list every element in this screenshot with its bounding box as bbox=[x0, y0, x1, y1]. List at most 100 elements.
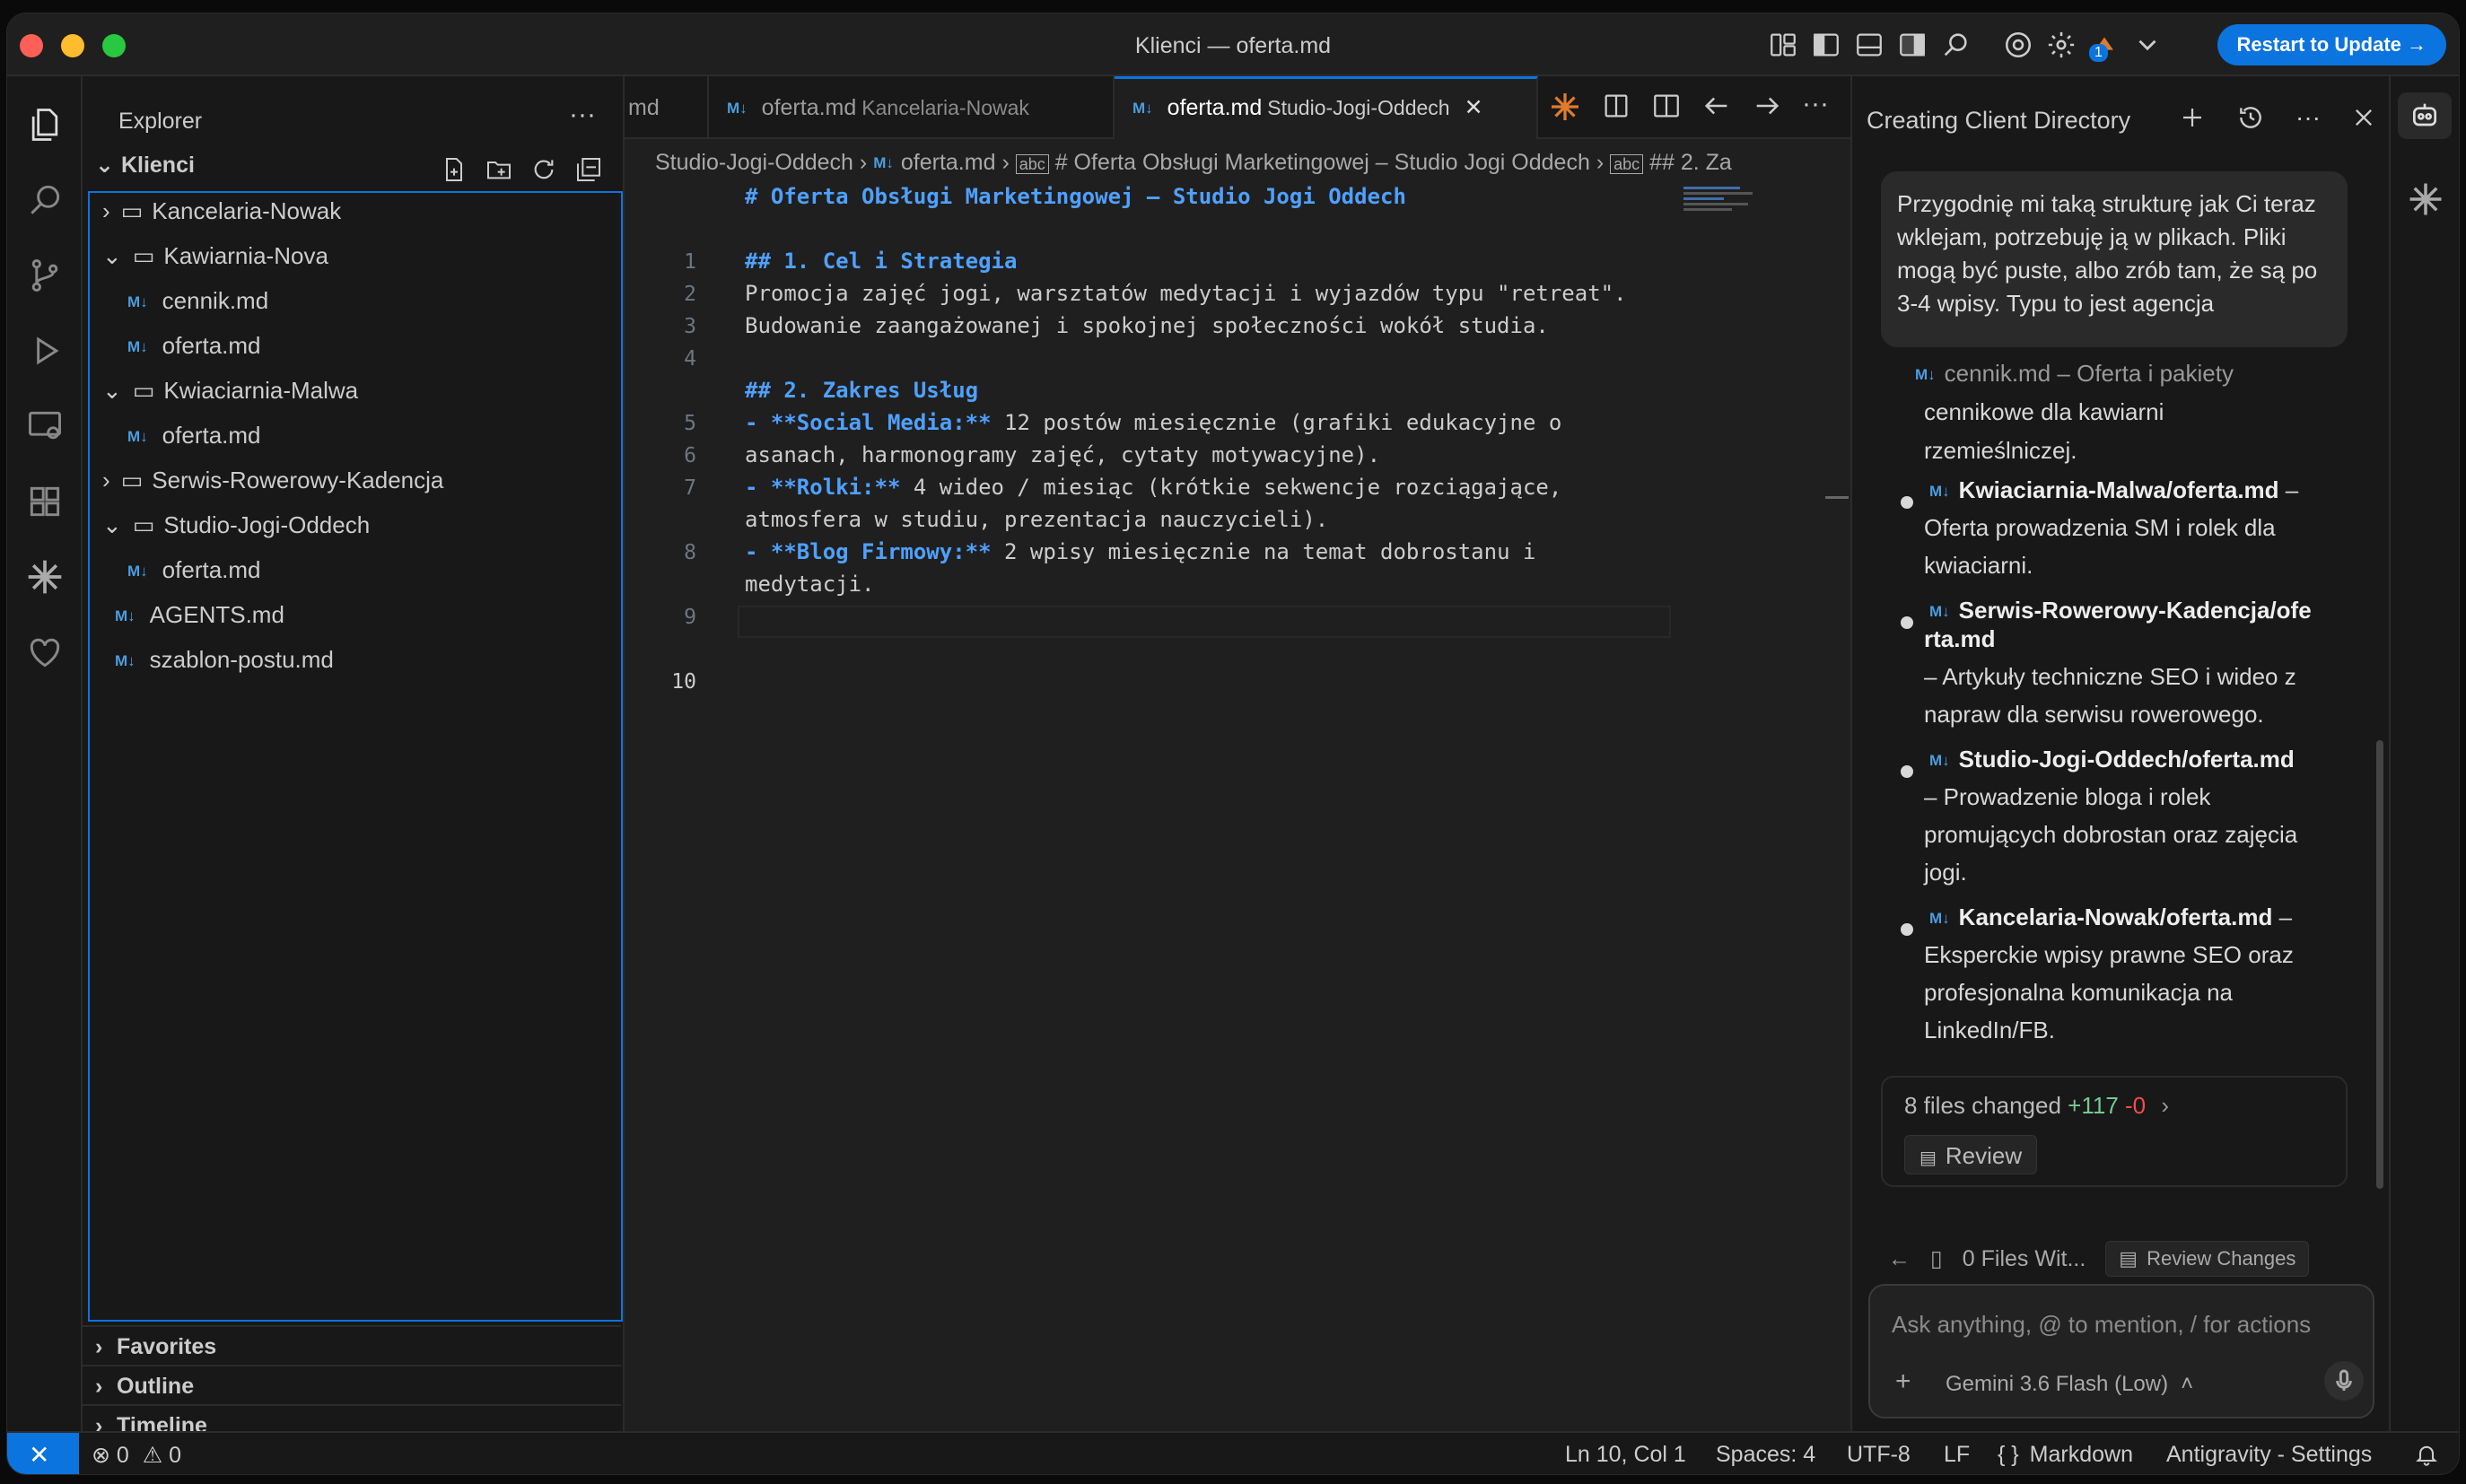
code-line: Promocja zajęć jogi, warsztatów medytacj… bbox=[745, 281, 1627, 306]
arrow-left-icon[interactable]: ← bbox=[1888, 1246, 1911, 1272]
description: rzemieślniczej. bbox=[1924, 437, 2077, 464]
list-item: M↓ Studio-Jogi-Oddech/oferta.md bbox=[1929, 740, 2295, 780]
breadcrumb-folder[interactable]: Studio-Jogi-Oddech bbox=[655, 150, 853, 175]
close-icon[interactable]: ✕ bbox=[1465, 95, 1483, 120]
sparkle-agent-icon[interactable] bbox=[25, 557, 65, 597]
markdown-file-icon: M↓ bbox=[127, 563, 148, 581]
gear-icon[interactable] bbox=[2046, 30, 2077, 60]
tree-item-studio-jogi[interactable]: ⌄ ▭ Studio-Jogi-Oddech bbox=[102, 505, 370, 545]
file-tree: › ▭ Kancelaria-Nowak ⌄ ▭ Kawiarnia-Nova M↓ ce… bbox=[88, 191, 623, 1322]
tree-item-oferta[interactable]: M↓ oferta.md bbox=[127, 550, 261, 589]
search-icon[interactable] bbox=[1940, 30, 1971, 60]
panel-scrollbar[interactable] bbox=[2376, 740, 2383, 1189]
arrow-right-icon[interactable] bbox=[1752, 91, 1782, 121]
tree-item-serwis-rowerowy[interactable]: › ▭ Serwis-Rowerowy-Kadencja bbox=[102, 460, 443, 500]
tree-item-oferta[interactable]: M↓ oferta.md bbox=[127, 415, 261, 455]
tree-item-label: oferta.md bbox=[162, 556, 261, 583]
files-with-changes[interactable]: 0 Files Wit... bbox=[1963, 1246, 2086, 1272]
heart-icon[interactable] bbox=[25, 633, 65, 672]
cursor-position[interactable]: Ln 10, Col 1 bbox=[1565, 1442, 1686, 1468]
markdown-file-icon: M↓ bbox=[1929, 483, 1950, 501]
restart-to-update-button[interactable]: Restart to Update → bbox=[2217, 24, 2446, 65]
new-file-icon[interactable] bbox=[440, 155, 468, 184]
outline-section[interactable]: › Outline bbox=[83, 1365, 621, 1404]
explorer-icon[interactable] bbox=[25, 105, 65, 144]
notification-badge-icon[interactable]: 1 bbox=[2089, 30, 2120, 62]
favorites-section[interactable]: › Favorites bbox=[83, 1325, 621, 1365]
file-link[interactable]: Kancelaria-Nowak/oferta.md bbox=[1959, 903, 2273, 930]
tree-item-kancelaria-nowak[interactable]: › ▭ Kancelaria-Nowak bbox=[102, 191, 341, 231]
toggle-primary-sidebar-icon[interactable] bbox=[1811, 30, 1841, 60]
source-control-icon[interactable] bbox=[25, 256, 65, 295]
arrow-left-icon[interactable] bbox=[1701, 91, 1732, 121]
close-icon[interactable] bbox=[2351, 105, 2376, 130]
tree-item-agents[interactable]: M↓ AGENTS.md bbox=[115, 595, 284, 634]
minimap[interactable] bbox=[1683, 184, 1764, 223]
history-icon[interactable] bbox=[2236, 103, 2265, 132]
explorer-panel: Explorer ··· ⌄ Klienci › ▭ Kancelaria-Nowak… bbox=[83, 76, 625, 1438]
file-link[interactable]: cennik.md bbox=[1945, 360, 2051, 387]
tree-item-oferta[interactable]: M↓ oferta.md bbox=[127, 326, 261, 365]
breadcrumb-heading[interactable]: # Oferta Obsługi Marketingowej – Studio … bbox=[1055, 150, 1590, 175]
run-debug-icon[interactable] bbox=[25, 331, 65, 371]
explorer-root-folder[interactable]: ⌄ Klienci bbox=[95, 152, 195, 179]
open-preview-icon[interactable] bbox=[1601, 91, 1631, 121]
file-link[interactable]: Serwis-Rowerowy-Kadencja/ofe bbox=[1959, 597, 2312, 624]
tree-item-label: cennik.md bbox=[162, 287, 269, 314]
file-link[interactable]: Kwiaciarnia-Malwa/oferta.md bbox=[1959, 476, 2279, 503]
problems-indicator[interactable]: ⊗ 0 ⚠ 0 bbox=[92, 1442, 181, 1469]
search-icon[interactable] bbox=[25, 180, 65, 220]
chevron-down-icon[interactable] bbox=[2132, 30, 2163, 60]
new-chat-icon[interactable] bbox=[2179, 104, 2206, 131]
review-button[interactable]: ▤ Review bbox=[1904, 1135, 2038, 1174]
breadcrumb-file[interactable]: oferta.md bbox=[901, 150, 996, 175]
toggle-panel-icon[interactable] bbox=[1854, 30, 1884, 60]
sparkle-icon[interactable] bbox=[1549, 91, 1581, 123]
add-context-icon[interactable]: + bbox=[1895, 1366, 1911, 1397]
bell-icon[interactable] bbox=[2414, 1442, 2439, 1473]
extensions-icon[interactable] bbox=[25, 482, 65, 521]
tab-oferta-studio-jogi[interactable]: M↓ oferta.md Studio-Jogi-Oddech ✕ bbox=[1115, 76, 1538, 139]
sparkle-agent-icon[interactable] bbox=[2407, 180, 2444, 218]
toggle-secondary-sidebar-icon[interactable] bbox=[1897, 30, 1928, 60]
file-link[interactable]: rta.md bbox=[1924, 620, 1995, 658]
tree-item-kwiaciarnia-malwa[interactable]: ⌄ ▭ Kwiaciarnia-Malwa bbox=[102, 371, 358, 410]
new-folder-icon[interactable] bbox=[485, 155, 513, 184]
bullet-icon bbox=[1901, 496, 1913, 509]
tab-oferta-kancelaria[interactable]: M↓ oferta.md Kancelaria-Nowak bbox=[709, 76, 1115, 139]
more-actions-icon[interactable]: ··· bbox=[2295, 103, 2321, 132]
chat-input[interactable]: Ask anything, @ to mention, / for action… bbox=[1892, 1311, 2311, 1339]
folder-icon: ▭ bbox=[120, 197, 144, 224]
indentation[interactable]: Spaces: 4 bbox=[1716, 1442, 1815, 1468]
remote-indicator[interactable]: ✕ bbox=[7, 1433, 79, 1474]
file-link[interactable]: Studio-Jogi-Oddech/oferta.md bbox=[1959, 746, 2295, 773]
warning-count: 0 bbox=[169, 1443, 182, 1468]
tree-item-kawiarnia-nova[interactable]: ⌄ ▭ Kawiarnia-Nova bbox=[102, 236, 328, 275]
breadcrumb-heading[interactable]: ## 2. Za bbox=[1649, 150, 1732, 175]
code-line: ## 2. Zakres Usług bbox=[745, 378, 979, 403]
tab-md[interactable]: md bbox=[625, 76, 709, 139]
layout-customize-icon[interactable] bbox=[1768, 30, 1798, 60]
settings-link[interactable]: Antigravity - Settings bbox=[2166, 1442, 2372, 1468]
review-changes-button[interactable]: ▤ Review Changes bbox=[2105, 1241, 2310, 1277]
remote-explorer-icon[interactable] bbox=[25, 406, 65, 446]
agent-manager-icon[interactable] bbox=[2398, 92, 2452, 139]
language-mode[interactable]: { } Markdown bbox=[1998, 1442, 2133, 1468]
split-editor-icon[interactable] bbox=[1651, 91, 1682, 121]
microphone-icon[interactable] bbox=[2324, 1361, 2364, 1401]
code-line: - **Social Media:** 12 postów miesięczni… bbox=[745, 410, 1561, 435]
encoding[interactable]: UTF-8 bbox=[1847, 1442, 1911, 1468]
tree-item-cennik[interactable]: M↓ cennik.md bbox=[127, 281, 268, 320]
more-actions-icon[interactable]: ··· bbox=[1802, 91, 1829, 123]
browser-icon[interactable] bbox=[2003, 30, 2033, 60]
collapse-all-icon[interactable] bbox=[574, 155, 603, 184]
tree-item-szablon-postu[interactable]: M↓ szablon-postu.md bbox=[115, 640, 334, 679]
more-actions-icon[interactable]: ··· bbox=[569, 100, 596, 130]
model-selector[interactable]: Gemini 3.6 Flash (Low) ˄ bbox=[1946, 1372, 2193, 1397]
model-label: Gemini 3.6 Flash (Low) bbox=[1946, 1372, 2169, 1396]
scrollbar[interactable] bbox=[1825, 496, 1849, 499]
changes-summary[interactable]: 8 files changed +117 -0 › bbox=[1904, 1092, 2169, 1120]
refresh-icon[interactable] bbox=[529, 155, 558, 184]
root-folder-label: Klienci bbox=[120, 153, 195, 178]
end-of-line[interactable]: LF bbox=[1944, 1442, 1970, 1468]
